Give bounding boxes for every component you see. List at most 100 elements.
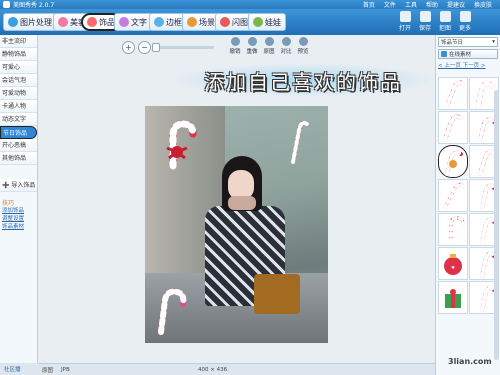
- heart-icon: [87, 17, 97, 27]
- candy-cane-icon: [449, 216, 465, 244]
- save-label: 保存: [418, 25, 431, 32]
- category-item[interactable]: 动态文字: [0, 113, 37, 126]
- material-item[interactable]: [438, 77, 468, 110]
- community-link[interactable]: 社区播: [4, 365, 21, 373]
- menu-feedback[interactable]: 提建议: [447, 0, 465, 9]
- redo-icon: [247, 37, 257, 46]
- tab-label: 饰品: [99, 17, 115, 27]
- original-label: 原图: [263, 49, 275, 55]
- online-label: 在线素材: [449, 52, 472, 58]
- scene-icon: [187, 17, 197, 27]
- tab-label: 图片处理: [20, 17, 52, 27]
- image-size: 400 × 436: [198, 366, 228, 373]
- menu-tools[interactable]: 工具: [405, 0, 417, 9]
- redo-label: 重做: [246, 49, 258, 55]
- category-item[interactable]: 其他饰品: [0, 152, 37, 165]
- material-item[interactable]: [438, 213, 468, 246]
- zoom-in-button[interactable]: +: [122, 40, 135, 54]
- undo-button[interactable]: 撤销: [228, 37, 242, 55]
- open-icon: [399, 11, 411, 22]
- face-icon: [58, 17, 68, 27]
- material-item[interactable]: [438, 111, 468, 144]
- category-item[interactable]: 会话气泡: [0, 74, 37, 87]
- tip-link[interactable]: 调整设置: [0, 215, 37, 223]
- online-material-button[interactable]: 在线素材: [438, 49, 498, 59]
- status-bar: 原图 JPB 400 × 436: [38, 363, 435, 375]
- tip-link[interactable]: 饰品素材: [0, 223, 37, 231]
- picture-icon: [8, 17, 18, 27]
- instruction-banner: 添加自己喜欢的饰品: [168, 63, 438, 97]
- app-logo-icon: [3, 1, 10, 8]
- material-item[interactable]: ♥: [438, 247, 468, 280]
- top-menu: 首页 文件 工具 帮助 提建议 换皮肤: [363, 0, 492, 9]
- material-item-selected[interactable]: [438, 145, 468, 178]
- save-button[interactable]: 保存: [416, 11, 434, 33]
- more-button[interactable]: 更多: [456, 11, 474, 33]
- category-dropdown[interactable]: 饰品节日 ▾: [438, 37, 498, 47]
- crop-label: 拒图: [438, 25, 451, 32]
- import-accessory-button[interactable]: ➕ 导入饰品: [0, 179, 37, 192]
- more-icon: [459, 11, 471, 22]
- preview-label: 预览: [297, 49, 309, 55]
- category-item[interactable]: 开心恶搞: [0, 139, 37, 152]
- compare-button[interactable]: 对比: [279, 37, 293, 55]
- candy-cane-icon: [443, 114, 463, 142]
- category-item[interactable]: 静物饰品: [0, 48, 37, 61]
- undo-label: 撤销: [229, 49, 241, 55]
- watermark: 3lian.com: [448, 357, 492, 366]
- redo-button[interactable]: 重做: [245, 37, 259, 55]
- tab-text[interactable]: 文字: [114, 13, 152, 31]
- category-item-festival[interactable]: 节日饰品: [0, 126, 37, 139]
- menu-file[interactable]: 文件: [384, 0, 396, 9]
- crop-button[interactable]: 拒图: [436, 11, 454, 33]
- candy-cane-sticker[interactable]: [163, 120, 199, 170]
- zoom-slider-knob[interactable]: [152, 42, 160, 52]
- left-category-panel: 非主流印 静物饰品 可爱心 会话气泡 可爱动物 卡通人物 动态文字 节日饰品 开…: [0, 35, 38, 363]
- left-footer[interactable]: 社区播: [0, 363, 38, 375]
- open-button[interactable]: 打开: [396, 11, 414, 33]
- material-item[interactable]: [438, 179, 468, 212]
- tab-image-processing[interactable]: 图片处理: [3, 13, 57, 31]
- main-toolbar: 图片处理 美容 饰品 文字 边框 场景 闪图 娃娃 打开 保存 拒图 更多: [0, 9, 500, 35]
- photo-canvas[interactable]: [145, 106, 328, 343]
- menu-home[interactable]: 首页: [363, 0, 375, 9]
- tab-label: 文字: [131, 17, 147, 27]
- tab-label: 场景: [199, 17, 215, 27]
- pager[interactable]: < 上一页 下一页 >: [436, 61, 500, 69]
- crop-icon: [439, 11, 451, 22]
- material-item[interactable]: [438, 281, 468, 314]
- preview-button[interactable]: 预览: [296, 37, 310, 55]
- title-bar: 美图秀秀 2.0.7 首页 文件 工具 帮助 提建议 换皮肤: [0, 0, 500, 9]
- undo-icon: [230, 37, 240, 46]
- category-item[interactable]: 可爱心: [0, 61, 37, 74]
- menu-skin[interactable]: 换皮肤: [474, 0, 492, 9]
- open-label: 打开: [398, 25, 411, 32]
- more-label: 更多: [458, 25, 471, 32]
- candy-cane-sticker[interactable]: [285, 116, 313, 166]
- compare-icon: [281, 37, 291, 46]
- tab-doll[interactable]: 娃娃: [248, 13, 286, 31]
- preview-icon: [298, 37, 308, 46]
- candy-cane-sticker[interactable]: [151, 286, 191, 336]
- tab-label: 边框: [166, 17, 182, 27]
- category-item[interactable]: 非主流印: [0, 35, 37, 48]
- status-label: 原图: [42, 367, 54, 374]
- menu-help[interactable]: 帮助: [426, 0, 438, 9]
- material-scrollbar[interactable]: [494, 90, 499, 360]
- photo-person: [200, 156, 300, 343]
- frame-icon: [154, 17, 164, 27]
- zoom-out-button[interactable]: −: [138, 40, 151, 54]
- file-ext: JPB: [61, 366, 70, 373]
- category-item[interactable]: 可爱动物: [0, 87, 37, 100]
- original-button[interactable]: 原图: [262, 37, 276, 55]
- zoom-bar: + −: [122, 38, 214, 56]
- doll-icon: [253, 17, 263, 27]
- chevron-down-icon: ▾: [492, 39, 495, 45]
- tips-title: 技巧: [2, 200, 15, 207]
- category-item[interactable]: 卡通人物: [0, 100, 37, 113]
- tab-label: 闪图: [232, 17, 248, 27]
- tip-link[interactable]: 添加饰品: [0, 207, 37, 215]
- zoom-slider[interactable]: [152, 42, 214, 52]
- flash-icon: [220, 17, 230, 27]
- edit-ops: 撤销 重做 原图 对比 预览: [228, 37, 310, 55]
